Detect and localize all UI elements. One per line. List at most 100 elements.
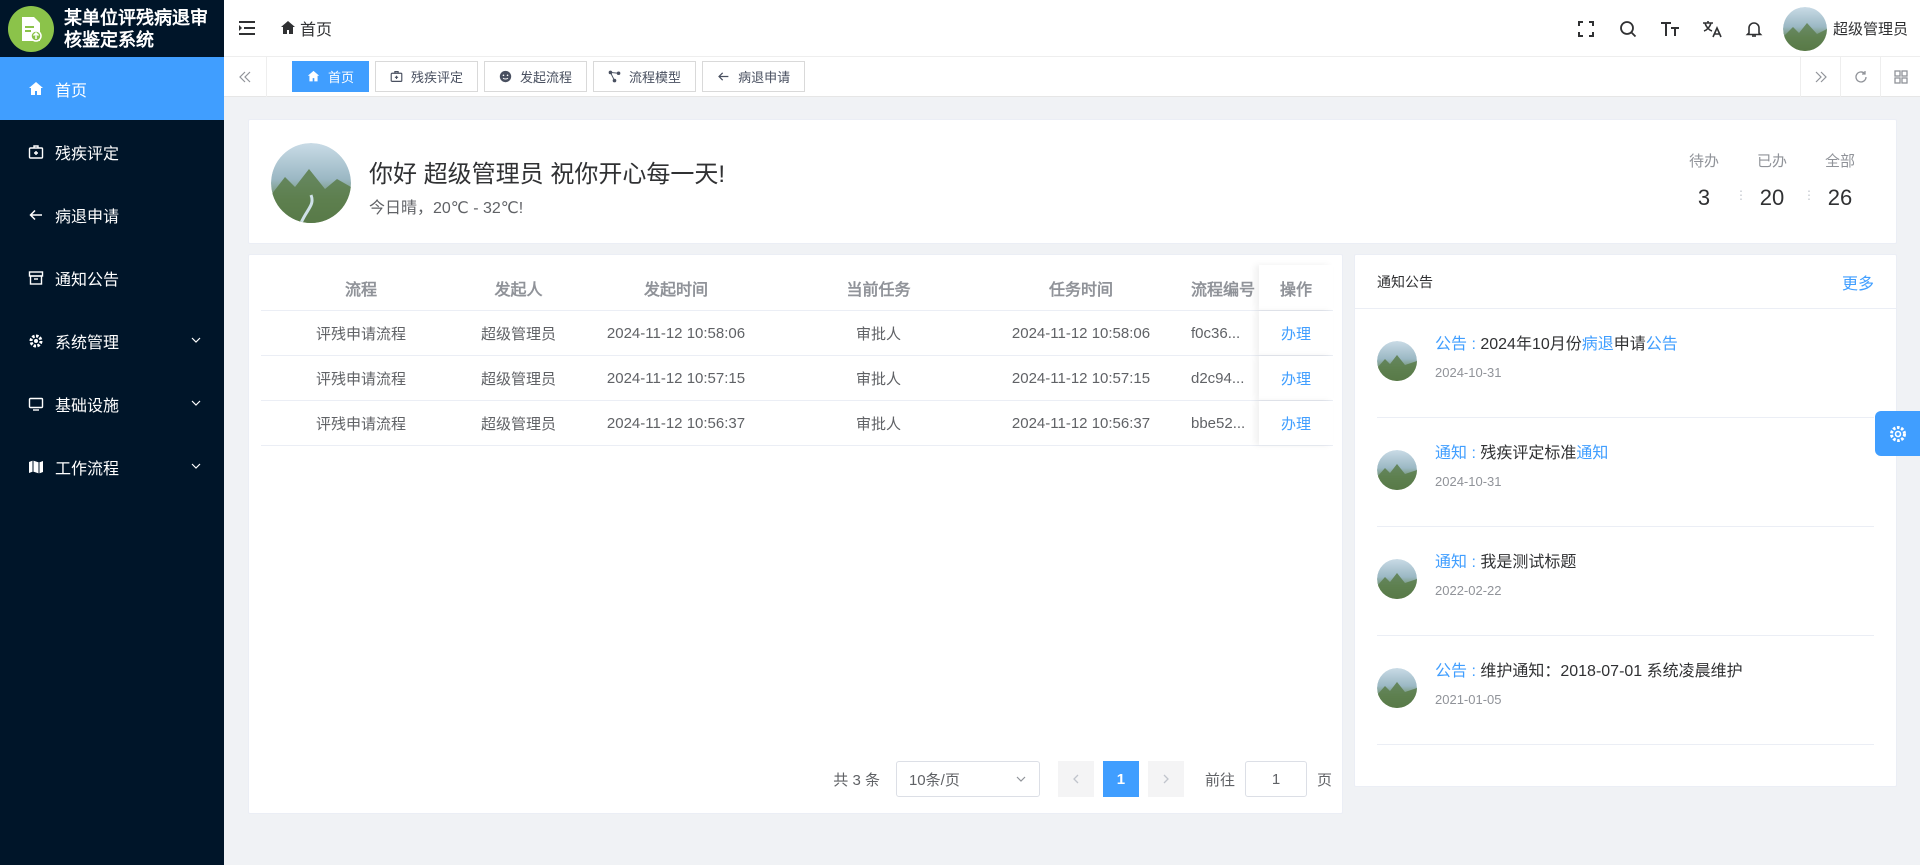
chevron-down-icon bbox=[190, 396, 202, 414]
arrow-left-icon bbox=[27, 206, 45, 224]
translate-icon[interactable] bbox=[1691, 0, 1733, 57]
breadcrumb: 首页 bbox=[280, 16, 332, 40]
notice-date: 2024-10-31 bbox=[1435, 474, 1502, 489]
tab-retirement[interactable]: 病退申请 bbox=[702, 61, 806, 92]
user-name: 超级管理员 bbox=[1832, 21, 1908, 38]
table-row: 评残申请流程 超级管理员 2024-11-12 10:57:15 审批人 202… bbox=[261, 356, 1333, 401]
tab-label: 发起流程 bbox=[520, 70, 573, 85]
tabs-list: 首页 残疾评定 发起流程 流程模型 病退申请 bbox=[292, 61, 806, 92]
sidebar-item-workflow[interactable]: 工作流程 bbox=[0, 435, 224, 498]
user-menu[interactable]: 超级管理员 bbox=[1782, 6, 1908, 51]
sidebar-item-label: 首页 bbox=[55, 82, 88, 100]
double-chevron-left-icon[interactable] bbox=[224, 56, 267, 97]
handle-link[interactable]: 办理 bbox=[1281, 368, 1311, 389]
notice-date: 2022-02-22 bbox=[1435, 583, 1502, 598]
chevron-down-icon bbox=[190, 333, 202, 351]
cell-action: 办理 bbox=[1259, 311, 1333, 355]
sidebar-item-home[interactable]: 首页 bbox=[0, 57, 224, 120]
sidebar-item-infrastructure[interactable]: 基础设施 bbox=[0, 372, 224, 435]
tab-label: 残疾评定 bbox=[411, 70, 464, 85]
notice-type: 公告 bbox=[1435, 663, 1468, 680]
notice-item[interactable]: 通知 : 我是测试标题 2022-02-22 bbox=[1377, 527, 1874, 636]
cell-code: f0c36... bbox=[1191, 324, 1241, 342]
greeting-text: 你好 超级管理员 祝你开心每一天! bbox=[369, 161, 726, 188]
column-header: 发起时间 bbox=[643, 281, 708, 299]
font-size-icon[interactable] bbox=[1649, 0, 1691, 57]
notice-separator: : bbox=[1467, 336, 1481, 353]
stat-done[interactable]: 已办 20 bbox=[1735, 150, 1806, 211]
home-icon bbox=[281, 21, 295, 34]
prev-page-button[interactable] bbox=[1057, 761, 1094, 797]
notice-text-part: 维护通知：2018-07-01 系统凌晨维护 bbox=[1480, 663, 1743, 680]
notice-item[interactable]: 公告 : 维护通知：2018-07-01 系统凌晨维护 2021-01-05 bbox=[1377, 636, 1874, 745]
next-page-button[interactable] bbox=[1147, 761, 1184, 797]
notice-type: 通知 bbox=[1435, 554, 1468, 571]
settings-gear-icon[interactable] bbox=[1875, 411, 1920, 456]
cell-task-time: 2024-11-12 10:56:37 bbox=[1011, 414, 1151, 432]
chevron-left-icon bbox=[1073, 774, 1079, 784]
cell-start-time: 2024-11-12 10:57:15 bbox=[606, 369, 746, 387]
notice-type: 公告 bbox=[1435, 336, 1468, 353]
cell-task: 审批人 bbox=[855, 325, 901, 343]
more-link[interactable]: 更多 bbox=[1842, 270, 1874, 294]
cell-task-time: 2024-11-12 10:57:15 bbox=[1011, 369, 1151, 387]
breadcrumb-item[interactable]: 首页 bbox=[300, 16, 332, 40]
column-header: 发起人 bbox=[494, 281, 543, 299]
avatar bbox=[1377, 341, 1417, 381]
tab-start-process[interactable]: 发起流程 bbox=[484, 61, 588, 92]
tabs-bar: 首页 残疾评定 发起流程 流程模型 病退申请 bbox=[224, 56, 1920, 97]
notice-separator: : bbox=[1467, 554, 1481, 571]
tab-home[interactable]: 首页 bbox=[292, 61, 370, 92]
todo-table: 流程 发起人 发起时间 当前任务 任务时间 流程编号 操作 评残申请流程 超级管… bbox=[261, 265, 1333, 446]
sidebar-item-system[interactable]: 系统管理 bbox=[0, 309, 224, 372]
page-size-select[interactable]: 10条/页 bbox=[895, 761, 1040, 797]
cell-start-time: 2024-11-12 10:56:37 bbox=[606, 414, 746, 432]
goto-label: 前往 bbox=[1204, 771, 1235, 789]
column-header: 流程 bbox=[344, 281, 377, 299]
notice-text-part: 残疾评定标准 bbox=[1480, 445, 1577, 462]
notice-item[interactable]: 公告 : 2024年10月份病退申请公告 2024-10-31 bbox=[1377, 309, 1874, 418]
grid-icon[interactable] bbox=[1880, 57, 1920, 97]
sidebar-item-retirement[interactable]: 病退申请 bbox=[0, 183, 224, 246]
double-chevron-right-icon[interactable] bbox=[1800, 57, 1840, 97]
sidebar-item-label: 工作流程 bbox=[55, 460, 120, 478]
bell-icon[interactable] bbox=[1733, 0, 1775, 57]
cell-task: 审批人 bbox=[855, 415, 901, 433]
task-stats: 待办 3 已办 20 全部 26 bbox=[1670, 150, 1874, 211]
notice-card: 通知公告 更多 公告 : 2024年10月份病退申请公告 2024-10-31 … bbox=[1354, 254, 1897, 787]
tab-label: 流程模型 bbox=[629, 70, 682, 85]
goto-page-input[interactable]: 1 bbox=[1244, 761, 1307, 797]
handle-link[interactable]: 办理 bbox=[1281, 413, 1311, 434]
notice-type: 通知 bbox=[1435, 445, 1468, 462]
tab-process-model[interactable]: 流程模型 bbox=[593, 61, 697, 92]
fullscreen-icon[interactable] bbox=[1565, 0, 1607, 57]
stat-value: 20 bbox=[1759, 185, 1785, 210]
notice-text: 公告 : 2024年10月份病退申请公告 bbox=[1435, 330, 1678, 354]
search-icon[interactable] bbox=[1607, 0, 1649, 57]
cell-task: 审批人 bbox=[855, 370, 901, 388]
menu-toggle-icon[interactable] bbox=[238, 18, 258, 38]
notice-keyword: 病退 bbox=[1581, 336, 1614, 353]
tab-label: 病退申请 bbox=[738, 70, 791, 85]
logo: 某单位评残病退审核鉴定系统 bbox=[0, 0, 224, 57]
stat-all[interactable]: 全部 26 bbox=[1803, 150, 1874, 211]
sidebar-item-label: 通知公告 bbox=[55, 271, 120, 289]
cell-start-time: 2024-11-12 10:58:06 bbox=[606, 324, 746, 342]
sidebar-item-disability[interactable]: 残疾评定 bbox=[0, 120, 224, 183]
gear-icon bbox=[27, 332, 45, 350]
cell-initiator: 超级管理员 bbox=[480, 325, 556, 343]
notice-item[interactable]: 通知 : 残疾评定标准通知 2024-10-31 bbox=[1377, 418, 1874, 527]
tab-disability[interactable]: 残疾评定 bbox=[375, 61, 479, 92]
sidebar-item-label: 病退申请 bbox=[55, 208, 120, 226]
sidebar-item-notices[interactable]: 通知公告 bbox=[0, 246, 224, 309]
refresh-icon[interactable] bbox=[1840, 57, 1880, 97]
monitor-icon bbox=[27, 395, 45, 413]
sidebar-item-label: 残疾评定 bbox=[55, 145, 120, 163]
archive-icon bbox=[27, 269, 45, 287]
handle-link[interactable]: 办理 bbox=[1281, 323, 1311, 344]
home-icon bbox=[307, 70, 320, 82]
stat-pending[interactable]: 待办 3 bbox=[1670, 150, 1738, 211]
page-number[interactable]: 1 bbox=[1102, 761, 1139, 797]
stat-label: 全部 bbox=[1824, 153, 1855, 170]
chevron-right-icon bbox=[1163, 774, 1169, 784]
